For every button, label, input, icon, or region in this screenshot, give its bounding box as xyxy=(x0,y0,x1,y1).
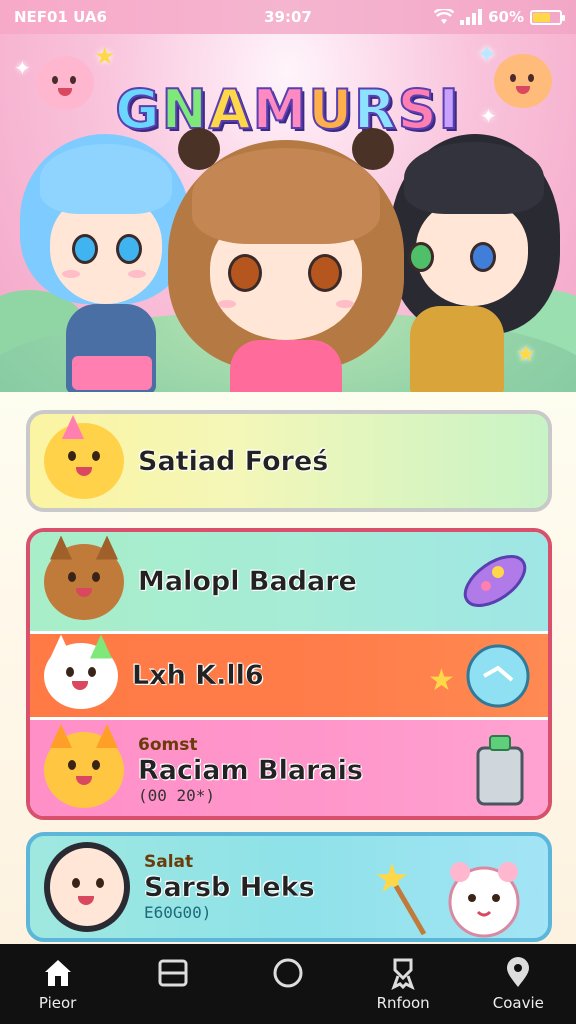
blue-hair-character xyxy=(20,134,190,410)
battery-percent: 60% xyxy=(488,8,525,26)
nav-location[interactable]: Coavie xyxy=(468,956,568,1012)
menu-item-raciam-blarais[interactable]: 6omst Raciam Blarais (00 20*) xyxy=(30,720,548,816)
battery-icon xyxy=(530,9,566,25)
black-hair-character xyxy=(390,134,560,410)
nav-label: Rnfoon xyxy=(376,994,430,1012)
bottle-icon xyxy=(476,735,524,806)
bear-with-wand-icon: ★ xyxy=(374,856,520,938)
circle-icon xyxy=(273,958,303,988)
svg-text:★: ★ xyxy=(428,663,455,698)
clock: 39:07 xyxy=(264,8,312,26)
chat-bubble-icon: ★ xyxy=(428,644,530,708)
nav-label: Pieor xyxy=(38,994,77,1012)
girl-avatar-icon xyxy=(44,842,130,932)
svg-text:★: ★ xyxy=(374,856,410,902)
nav-label: Coavie xyxy=(492,994,544,1012)
orange-cat-icon xyxy=(44,724,124,808)
nav-circle[interactable] xyxy=(238,956,338,1012)
menu-item-label: Lxh K.ll6 xyxy=(132,660,264,691)
status-icons: 60% xyxy=(379,8,566,26)
ribbon-icon xyxy=(391,958,415,990)
menu-item-label: Sarsb Heks xyxy=(144,872,315,903)
brown-cat-icon xyxy=(44,535,124,620)
home-icon xyxy=(44,960,71,986)
white-cat-icon xyxy=(44,634,118,709)
sparkle-icon: ✦ xyxy=(14,56,31,80)
battery-level xyxy=(533,12,550,22)
bottom-navigation: Pieor Rnfoon Coavie xyxy=(0,944,576,1024)
location-pin-icon xyxy=(507,957,530,987)
menu-item-subtext: (00 20*) xyxy=(138,786,216,805)
menu-item-lxh-kll6[interactable]: Lxh K.ll6 ★ xyxy=(30,634,548,720)
nav-ribbon[interactable]: Rnfoon xyxy=(353,956,453,1012)
wifi-icon xyxy=(434,9,455,24)
menu-item-malopl-badare[interactable]: Malopl Badare xyxy=(30,532,548,634)
hero-banner: ★ ✦ ✦ ✦ ★ GNAMURSI xyxy=(0,34,576,410)
nav-window[interactable] xyxy=(123,956,223,1012)
menu-item-satiad-fores[interactable]: Satiad Forеś xyxy=(26,410,552,512)
signal-icon xyxy=(460,9,483,25)
menu-list: Satiad Forеś Malopl Badare Lxh K.ll6 ★ 6… xyxy=(0,392,576,944)
menu-item-label: Satiad Forеś xyxy=(138,445,329,477)
yellow-mascot-icon xyxy=(44,415,124,499)
menu-group: Malopl Badare Lxh K.ll6 ★ 6omst Raciam B… xyxy=(26,528,552,820)
menu-item-subtext: E60G00) xyxy=(144,903,212,922)
nav-home[interactable]: Pieor xyxy=(8,956,108,1012)
brown-hair-character xyxy=(168,128,404,410)
menu-item-caption: 6omst xyxy=(138,735,198,755)
menu-item-sarsb-heks[interactable]: Salat Sarsb Heks E60G00) ★ xyxy=(26,832,552,942)
menu-item-label: Malopl Badare xyxy=(138,566,357,597)
star-icon: ★ xyxy=(94,42,116,70)
status-bar: NEF01 UA6 39:07 60% xyxy=(0,0,576,34)
window-icon xyxy=(158,959,188,987)
sparkle-icon: ✦ xyxy=(476,40,498,70)
menu-item-label: Raciam Blarais xyxy=(138,755,363,786)
carrier-label: NEF01 UA6 xyxy=(14,8,107,26)
surfboard-icon xyxy=(463,555,527,607)
menu-item-caption: Salat xyxy=(144,852,194,872)
